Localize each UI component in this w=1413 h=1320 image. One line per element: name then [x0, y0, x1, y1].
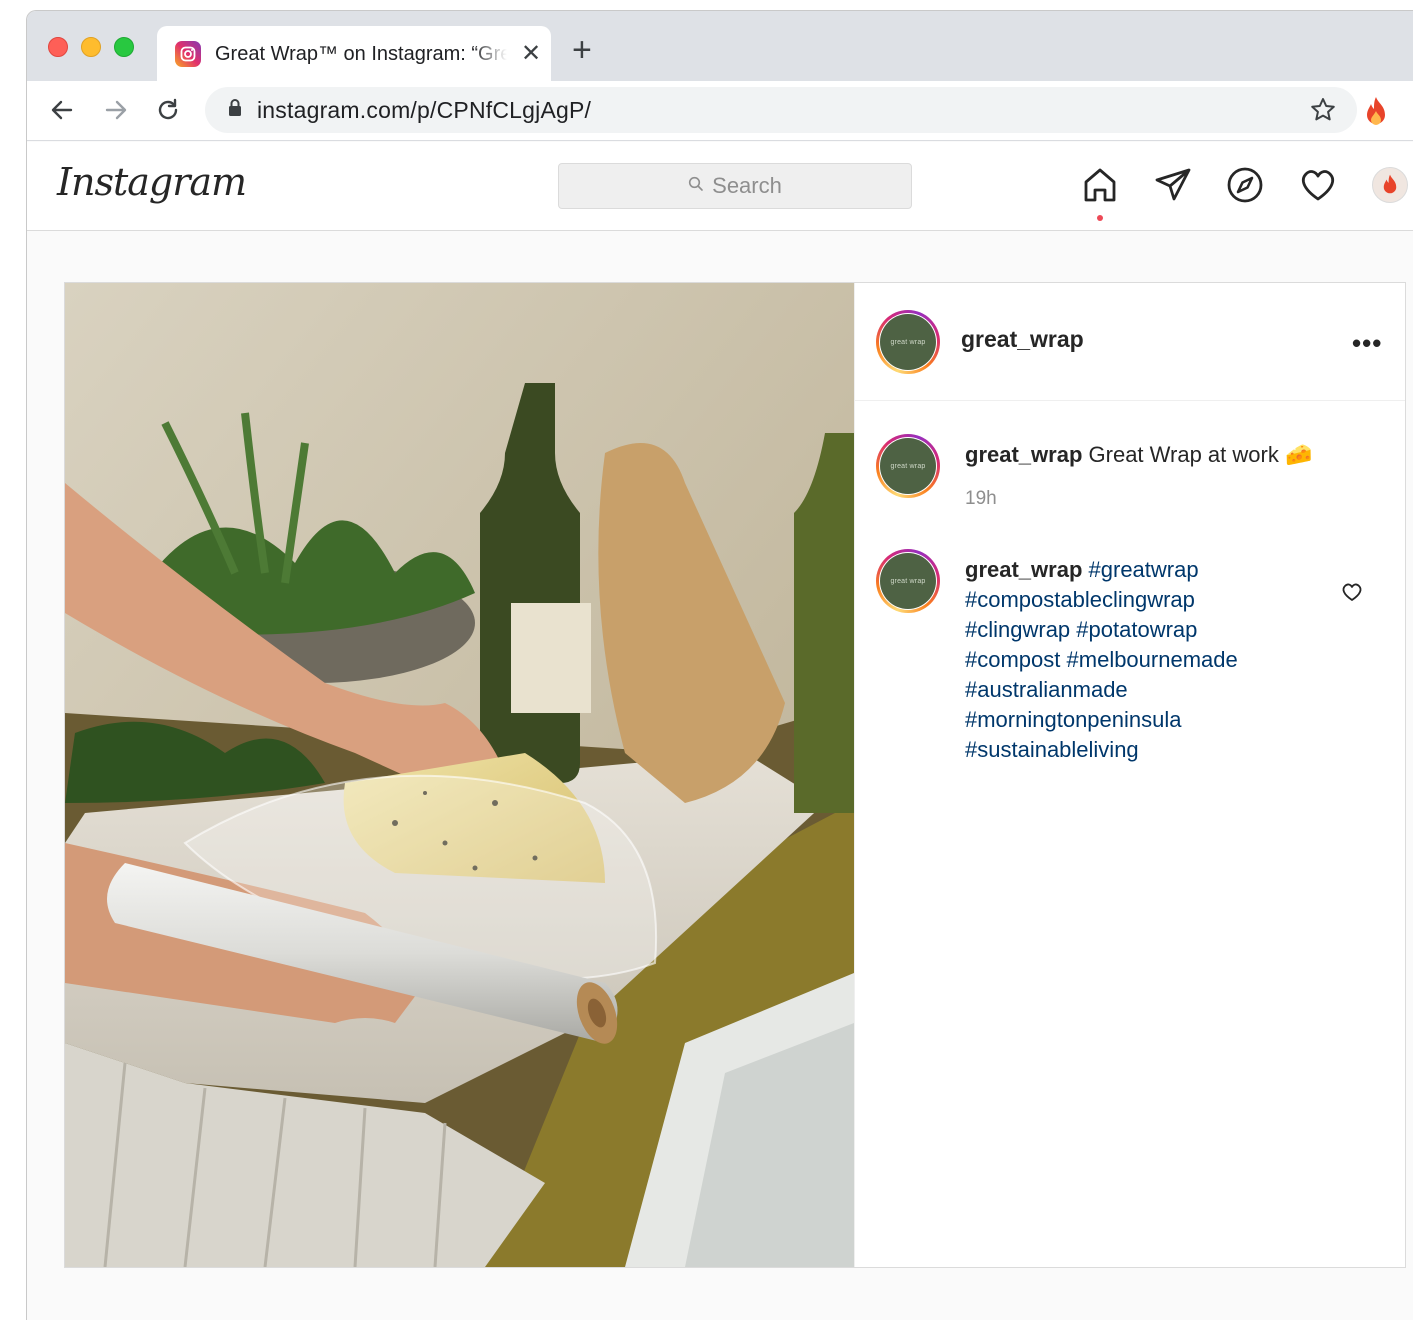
- profile-avatar[interactable]: [1372, 167, 1408, 203]
- address-bar[interactable]: instagram.com/p/CPNfCLgjAgP/: [205, 87, 1357, 133]
- post-card: great wrap great_wrap ••• great wrap gre…: [64, 282, 1406, 1268]
- explore-compass-icon[interactable]: [1224, 164, 1266, 206]
- caption-avatar-ring[interactable]: great wrap: [876, 434, 940, 498]
- caption-body: Great Wrap at work: [1088, 442, 1279, 467]
- direct-message-icon[interactable]: [1152, 164, 1194, 206]
- caption-text: great_wrap Great Wrap at work 🧀: [965, 440, 1312, 470]
- hashtag-link[interactable]: #morningtonpeninsula: [965, 707, 1182, 732]
- instagram-logo[interactable]: Instagram: [57, 160, 247, 204]
- url-text: instagram.com/p/CPNfCLgjAgP/: [257, 96, 592, 123]
- hashtag-comment: great_wrap #greatwrap #compostableclingw…: [965, 555, 1295, 765]
- hashtag-link[interactable]: #clingwrap: [965, 617, 1070, 642]
- comment-avatar-ring[interactable]: great wrap: [876, 549, 940, 613]
- new-tab-button[interactable]: +: [572, 33, 592, 67]
- browser-window: Great Wrap™ on Instagram: “Great Wrap at…: [26, 10, 1413, 1320]
- hashtag-link[interactable]: #sustainableliving: [965, 737, 1139, 762]
- comment-avatar: great wrap: [880, 553, 936, 609]
- tab-strip: Great Wrap™ on Instagram: “Great Wrap at…: [27, 11, 1413, 82]
- hashtag-link[interactable]: #compostableclingwrap: [965, 587, 1195, 612]
- maximize-window-button[interactable]: [114, 37, 134, 57]
- browser-toolbar: instagram.com/p/CPNfCLgjAgP/: [27, 81, 1413, 141]
- instagram-header: Instagram Search: [27, 142, 1413, 231]
- instagram-favicon-icon: [175, 41, 201, 67]
- hashtag-link[interactable]: #melbournemade: [1067, 647, 1238, 672]
- reload-icon[interactable]: [151, 93, 185, 127]
- author-username[interactable]: great_wrap: [961, 326, 1084, 353]
- caption-avatar: great wrap: [880, 438, 936, 494]
- tab-title: Great Wrap™ on Instagram: “Great Wrap at…: [215, 42, 507, 65]
- comments-list: great wrap great_wrap Great Wrap at work…: [855, 402, 1405, 992]
- search-placeholder: Search: [712, 173, 782, 198]
- extension-flame-icon[interactable]: [1363, 95, 1389, 134]
- like-comment-heart-icon[interactable]: [1340, 580, 1364, 604]
- minimize-window-button[interactable]: [81, 37, 101, 57]
- hashtag-link[interactable]: #greatwrap: [1089, 557, 1199, 582]
- hashtag-link[interactable]: #compost: [965, 647, 1060, 672]
- post-photo[interactable]: [65, 283, 854, 1267]
- home-icon[interactable]: [1079, 164, 1121, 206]
- browser-tab-active[interactable]: Great Wrap™ on Instagram: “Great Wrap at…: [157, 26, 551, 82]
- close-window-button[interactable]: [48, 37, 68, 57]
- post-author-header: great wrap great_wrap •••: [855, 283, 1405, 401]
- lock-icon: [227, 98, 243, 123]
- search-box[interactable]: Search: [558, 163, 912, 209]
- activity-heart-icon[interactable]: [1297, 164, 1339, 206]
- tab-close-icon[interactable]: ✕: [521, 42, 541, 66]
- post-sidebar: great wrap great_wrap ••• great wrap gre…: [854, 283, 1405, 1267]
- comment-username[interactable]: great_wrap: [965, 557, 1082, 582]
- active-page-dot: [1097, 215, 1103, 221]
- forward-arrow-icon[interactable]: [99, 93, 133, 127]
- back-arrow-icon[interactable]: [45, 93, 79, 127]
- caption-time: 19h: [965, 488, 997, 509]
- cheese-emoji: 🧀: [1284, 442, 1313, 467]
- author-story-ring[interactable]: great wrap: [876, 310, 940, 374]
- caption-username[interactable]: great_wrap: [965, 442, 1082, 467]
- search-icon: [688, 176, 704, 197]
- more-options-icon[interactable]: •••: [1352, 330, 1382, 356]
- hashtag-link[interactable]: #potatowrap: [1076, 617, 1197, 642]
- author-avatar: great wrap: [880, 314, 936, 370]
- hashtag-link[interactable]: #australianmade: [965, 677, 1128, 702]
- bookmark-star-icon[interactable]: [1309, 96, 1337, 129]
